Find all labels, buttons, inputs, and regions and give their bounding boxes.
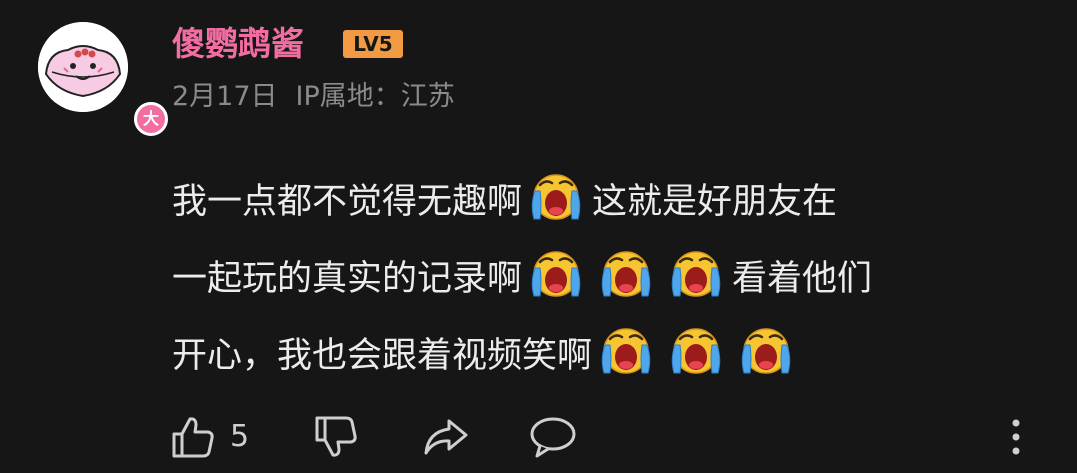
comment-content: 我一点都不觉得无趣啊 这就是好朋友在 一起玩的真实的记录啊 看着他们 开心，我也会跟… [172,164,1052,395]
reply-button[interactable] [528,412,578,462]
vertical-ellipsis-icon [1012,419,1020,455]
like-button[interactable]: 5 [170,412,249,462]
more-options-button[interactable] [1006,414,1026,460]
crying-emoji-icon [666,242,726,302]
share-button[interactable] [422,412,470,462]
content-text: 看着他们 [732,259,873,299]
content-text: 这就是好朋友在 [592,182,838,222]
share-arrow-icon [424,419,468,455]
comment-actions: 5 [170,412,1050,462]
comment-bubble-icon [530,417,576,458]
content-text: 一起玩的真实的记录啊 [172,259,523,299]
thumbs-up-icon [172,417,214,458]
crying-emoji-icon [666,319,726,379]
crying-emoji-icon [736,319,796,379]
content-text: 我一点都不觉得无趣啊 [172,182,523,222]
username[interactable]: 傻鹦鹉酱 [172,22,304,66]
crying-emoji-icon [596,319,656,379]
content-text: 开心，我也会跟着视频笑啊 [172,336,593,376]
content-line: 一起玩的真实的记录啊 看着他们 [172,241,1052,318]
avatar[interactable]: 大 [38,22,168,136]
content-line: 开心，我也会跟着视频笑啊 [172,318,1052,395]
crying-emoji-icon [526,242,586,302]
ip-location: IP属地：江苏 [295,81,455,112]
avatar-badge: 大 [134,102,168,136]
comment-item: 大 傻鹦鹉酱 LV5 2月17日 IP属地：江苏 我一点都不觉得无趣啊 这就是好朋友… [0,0,1077,473]
comment-date: 2月17日 [172,81,278,112]
thumbs-down-icon [315,416,357,457]
crying-emoji-icon [596,242,656,302]
content-line: 我一点都不觉得无趣啊 这就是好朋友在 [172,164,1052,241]
like-count: 5 [230,419,250,454]
level-badge: LV5 [343,30,403,58]
dislike-button[interactable] [313,412,359,462]
crying-emoji-icon [526,165,586,225]
comment-meta: 2月17日 IP属地：江苏 [172,78,455,116]
avatar-image [38,22,128,112]
